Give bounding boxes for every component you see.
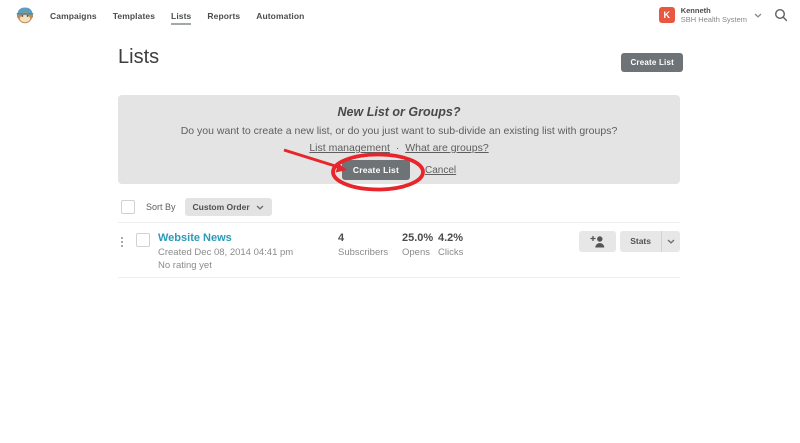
opens-value: 25.0% [402,232,433,244]
divider [118,277,680,278]
panel-create-list-button[interactable]: Create List [342,160,410,180]
sort-order-value: Custom Order [193,202,250,212]
nav-item-lists[interactable]: Lists [163,0,199,30]
top-nav: Campaigns Templates Lists Reports Automa… [0,0,800,30]
drag-handle-icon[interactable] [120,236,124,248]
subscribers-value: 4 [338,232,388,244]
list-created-date: Created Dec 08, 2014 04:41 pm [158,247,293,258]
panel-links: List management · What are groups? [118,142,680,154]
chevron-down-icon [256,205,264,210]
sort-toolbar: Sort By Custom Order [121,198,272,216]
panel-actions: Create List Cancel [118,160,680,180]
nav-item-automation[interactable]: Automation [248,0,312,30]
chevron-down-icon[interactable] [754,13,762,18]
nav-item-templates[interactable]: Templates [105,0,163,30]
panel-body-text: Do you want to create a new list, or do … [118,125,680,137]
list-name-link[interactable]: Website News [158,232,232,244]
list-rating: No rating yet [158,260,212,271]
user-org: SBH Health System [681,15,747,24]
cancel-link[interactable]: Cancel [425,165,456,176]
mailchimp-logo-icon[interactable] [15,5,35,25]
list-row: Website News Created Dec 08, 2014 04:41 … [118,229,680,277]
chevron-down-icon [667,239,675,244]
primary-nav: Campaigns Templates Lists Reports Automa… [42,0,312,30]
page-title: Lists [118,46,159,69]
clicks-stat: 4.2% Clicks [438,232,463,258]
avatar[interactable]: K [659,7,675,23]
user-menu[interactable]: Kenneth SBH Health System [681,6,747,24]
what-are-groups-link[interactable]: What are groups? [405,142,488,154]
create-list-button[interactable]: Create List [621,53,683,72]
sort-order-dropdown[interactable]: Custom Order [185,198,272,216]
nav-item-campaigns[interactable]: Campaigns [42,0,105,30]
sort-by-label: Sort By [146,202,176,212]
subscribers-label: Subscribers [338,247,388,258]
opens-label: Opens [402,247,433,258]
add-person-icon [590,235,605,248]
subscribers-stat: 4 Subscribers [338,232,388,258]
clicks-value: 4.2% [438,232,463,244]
nav-item-reports[interactable]: Reports [199,0,248,30]
nav-right-cluster: K Kenneth SBH Health System [659,0,788,30]
stats-dropdown-toggle[interactable] [661,231,680,252]
select-all-checkbox[interactable] [121,200,135,214]
link-separator: · [396,142,400,154]
list-management-link[interactable]: List management [309,142,390,154]
row-actions: Stats [579,231,680,252]
panel-heading: New List or Groups? [118,105,680,119]
user-name: Kenneth [681,6,747,15]
opens-stat: 25.0% Opens [402,232,433,258]
add-subscriber-button[interactable] [579,231,616,252]
clicks-label: Clicks [438,247,463,258]
row-checkbox[interactable] [136,233,150,247]
divider [118,222,680,223]
search-icon[interactable] [774,8,788,22]
new-list-or-groups-panel: New List or Groups? Do you want to creat… [118,95,680,184]
stats-split-button: Stats [620,231,680,252]
stats-button[interactable]: Stats [620,231,661,252]
